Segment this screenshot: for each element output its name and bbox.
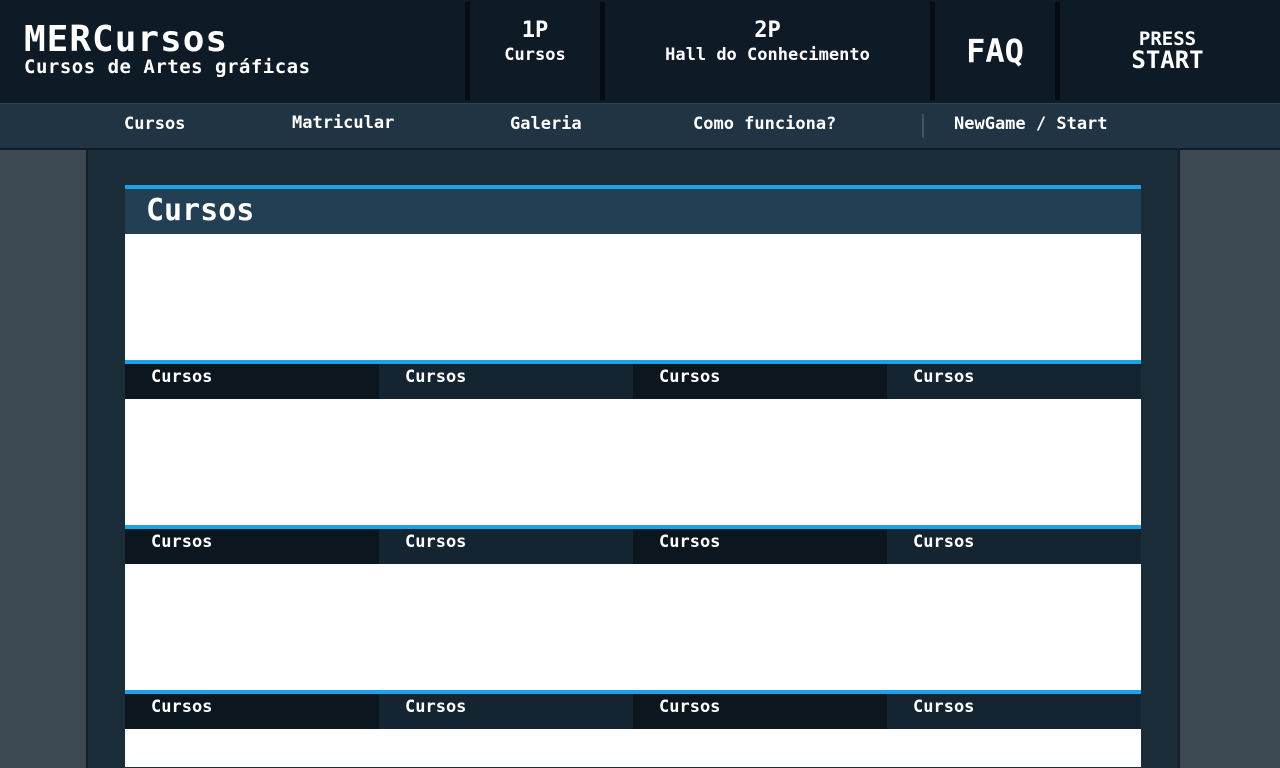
- course-tab[interactable]: Cursos: [379, 529, 633, 564]
- course-panel[interactable]: [125, 399, 1141, 525]
- site-header: MERCursos Cursos de Artes gráficas 1P Cu…: [0, 0, 1280, 103]
- course-tab[interactable]: Cursos: [887, 364, 1141, 399]
- p1-sub-label: Cursos: [504, 45, 566, 65]
- course-tab[interactable]: Cursos: [125, 364, 379, 399]
- course-tab-row: Cursos Cursos Cursos Cursos: [125, 690, 1141, 729]
- nav-matricular[interactable]: Matricular: [292, 103, 394, 144]
- header-1p-cursos-button[interactable]: 1P Cursos: [470, 0, 600, 103]
- nav-separator: [922, 114, 924, 138]
- course-tab[interactable]: Cursos: [125, 529, 379, 564]
- course-tab[interactable]: Cursos: [125, 694, 379, 729]
- course-panel[interactable]: [125, 729, 1141, 767]
- nav-como-funciona[interactable]: Como funciona?: [693, 104, 836, 145]
- course-panel[interactable]: [125, 234, 1141, 360]
- course-tab[interactable]: Cursos: [633, 364, 887, 399]
- p2-sub-label: Hall do Conhecimento: [665, 45, 870, 65]
- nav-galeria[interactable]: Galeria: [510, 104, 582, 145]
- start-label: START: [1131, 46, 1204, 74]
- course-tab[interactable]: Cursos: [633, 694, 887, 729]
- logo[interactable]: MERCursos Cursos de Artes gráficas: [24, 20, 311, 78]
- logo-title[interactable]: MERCursos: [24, 20, 311, 60]
- course-tab-row: Cursos Cursos Cursos Cursos: [125, 525, 1141, 564]
- nav-cursos[interactable]: Cursos: [124, 104, 185, 145]
- press-start-button[interactable]: PRESS START: [1060, 0, 1275, 103]
- course-tab[interactable]: Cursos: [379, 694, 633, 729]
- course-tab-row: Cursos Cursos Cursos Cursos: [125, 360, 1141, 399]
- course-tab[interactable]: Cursos: [633, 529, 887, 564]
- course-tab[interactable]: Cursos: [887, 694, 1141, 729]
- p1-label: 1P: [521, 18, 549, 43]
- main-nav: Cursos Matricular Galeria Como funciona?…: [0, 103, 1280, 148]
- course-tab[interactable]: Cursos: [887, 529, 1141, 564]
- course-tab[interactable]: Cursos: [379, 364, 633, 399]
- p2-label: 2P: [754, 18, 781, 43]
- course-panel[interactable]: [125, 564, 1141, 690]
- header-2p-hall-button[interactable]: 2P Hall do Conhecimento: [605, 0, 930, 103]
- header-faq-button[interactable]: FAQ: [935, 0, 1055, 103]
- nav-newgame-start[interactable]: NewGame / Start: [954, 104, 1108, 145]
- cursos-section: Cursos Cursos Cursos Cursos Cursos Curso…: [125, 185, 1141, 767]
- section-title: Cursos: [125, 185, 1141, 234]
- logo-subtitle: Cursos de Artes gráficas: [24, 56, 311, 78]
